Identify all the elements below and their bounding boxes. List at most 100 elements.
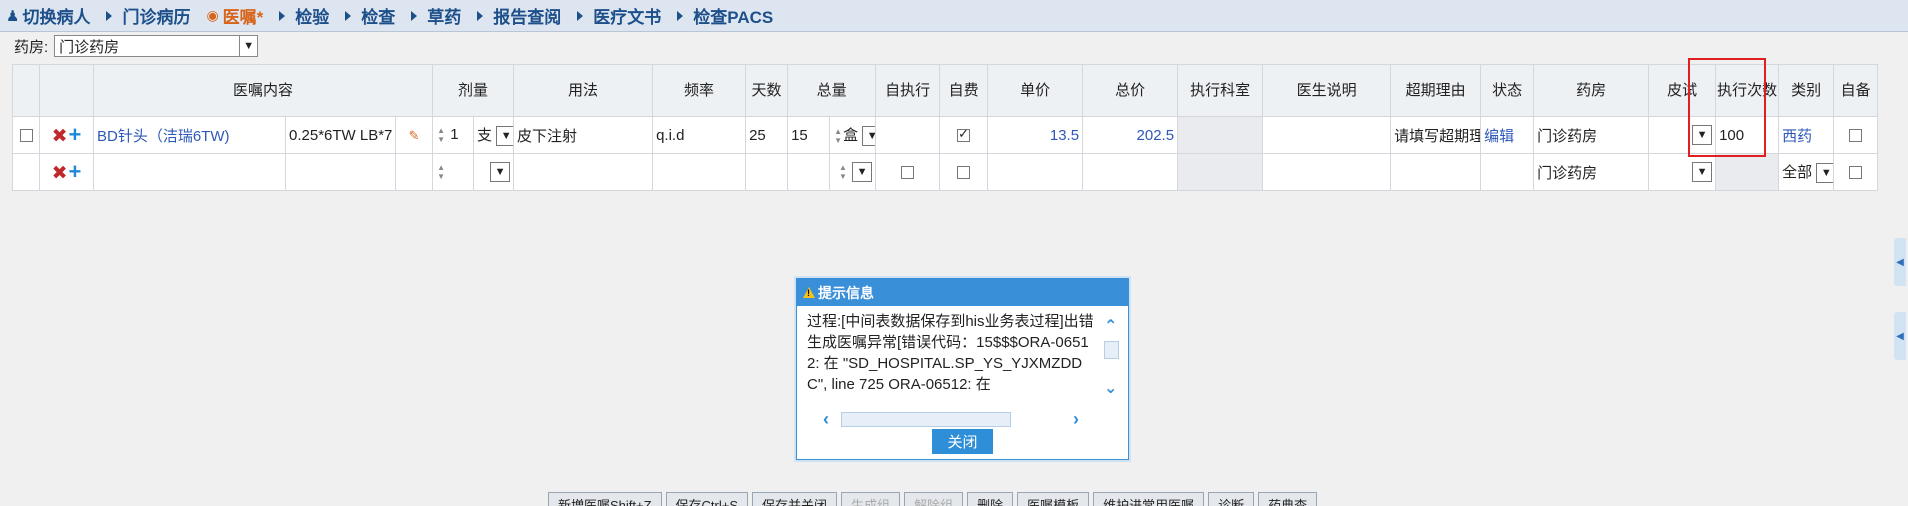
dose-spinner[interactable]: ▲ ▼ (436, 126, 446, 144)
triangle-right-icon (106, 10, 113, 21)
nav-reports[interactable]: 报告查阅 (471, 0, 571, 32)
chevron-down-icon[interactable]: ▼ (862, 126, 875, 147)
dose-spinner[interactable]: ▲ ▼ (436, 163, 446, 181)
nav-label: 医疗文书 (593, 8, 662, 27)
exec-dept[interactable] (1177, 116, 1264, 154)
triangle-right-icon (477, 10, 484, 21)
delete-row-icon[interactable]: ✖ (52, 163, 68, 184)
total-spinner[interactable]: ▲ ▼ (833, 127, 843, 145)
pill-icon[interactable]: ✎ (409, 128, 420, 143)
header-exec-count: 执行次数 (1715, 64, 1780, 117)
nav-herbal[interactable]: 草药 (405, 0, 471, 32)
order-template-button[interactable]: 医嘱模板 (1017, 492, 1090, 506)
alert-dialog: 提示信息 过程:[中间表数据保存到his业务表过程]出错生成医嘱异常[错误代码：… (796, 278, 1129, 460)
chevron-down-icon[interactable]: ▼ (239, 36, 258, 56)
side-panel-toggle[interactable]: ◀ (1894, 238, 1906, 286)
chevron-down-icon[interactable]: ▼ (1692, 162, 1713, 182)
chevron-down-icon[interactable]: ▼ (1692, 125, 1713, 145)
close-button[interactable]: 关闭 (932, 429, 993, 454)
chevron-left-icon: ◀ (1896, 330, 1904, 342)
nav-lab[interactable]: 检验 (273, 0, 339, 32)
nav-switch-patient[interactable]: ♟ 切换病人 (0, 0, 100, 32)
chevron-down-icon[interactable]: ▼ (1816, 163, 1833, 184)
header-self-prepare: 自备 (1833, 64, 1879, 117)
self-exec-checkbox[interactable] (901, 166, 915, 180)
nav-pacs[interactable]: 检查PACS (671, 0, 783, 32)
header-dose: 剂量 (432, 64, 515, 117)
scroll-down-icon[interactable]: ⌄ (1104, 378, 1117, 398)
header-pharmacy: 药房 (1533, 64, 1650, 117)
usage-value[interactable]: 皮下注射 (513, 116, 654, 154)
triangle-right-icon (411, 10, 418, 21)
nav-label: 检验 (295, 8, 330, 27)
row-checkbox[interactable] (19, 129, 33, 143)
scroll-left-icon[interactable]: ‹ (823, 409, 829, 430)
scroll-right-icon[interactable]: › (1073, 409, 1079, 430)
self-prepare-checkbox[interactable] (1849, 166, 1863, 180)
order-name[interactable]: BD针头（洁瑞6TW) (93, 116, 286, 154)
exec-dept[interactable] (1177, 153, 1264, 191)
chevron-left-icon: ◀ (1896, 256, 1904, 268)
dose-value[interactable]: 1 (450, 126, 458, 143)
ungroup-button[interactable]: 解除组 (904, 492, 964, 506)
header-total: 总量 (787, 64, 877, 117)
header-usage: 用法 (513, 64, 654, 117)
triangle-right-icon (279, 10, 286, 21)
doctor-note[interactable] (1262, 116, 1392, 154)
order-name[interactable] (93, 153, 286, 191)
self-pay-checkbox[interactable] (957, 126, 971, 143)
total-spinner[interactable]: ▲ ▼ (838, 163, 848, 181)
orders-grid: 医嘱内容 剂量 用法 频率 天数 总量 自执行 自费 单价 总价 执行科室 医生… (12, 64, 1879, 191)
triangle-right-icon (577, 10, 584, 21)
scroll-up-icon[interactable]: ⌃ (1104, 316, 1117, 336)
freq-value[interactable]: q.i.d (652, 116, 747, 154)
delete-row-icon[interactable]: ✖ (52, 126, 68, 147)
total-value[interactable]: 15 (787, 116, 831, 154)
group-button[interactable]: 生成组 (841, 492, 901, 506)
save-button[interactable]: 保存Ctrl+S (665, 492, 749, 506)
add-row-icon[interactable]: + (69, 159, 82, 184)
pharmacy-select[interactable]: 门诊药房 ▼ (54, 35, 259, 57)
self-exec-cell (875, 116, 941, 154)
new-order-button[interactable]: 新増医嘱Shift+Z (548, 492, 662, 506)
nav-medical-docs[interactable]: 医疗文书 (571, 0, 671, 32)
user-icon: ♟ (6, 7, 20, 25)
exec-count[interactable] (1715, 153, 1780, 191)
overdue-reason[interactable]: 请填写超期理由 (1390, 116, 1482, 154)
self-pay-checkbox[interactable] (957, 166, 971, 180)
dose-unit: 支 (477, 126, 493, 144)
dialog-title: 提示信息 (818, 284, 874, 301)
nav-outpatient-record[interactable]: 门诊病历 (100, 0, 200, 32)
days-value[interactable]: 25 (745, 116, 789, 154)
nav-orders[interactable]: ◉ 医嘱* (200, 0, 273, 32)
pharmacy-filter: 药房: 门诊药房 ▼ (14, 34, 259, 58)
nav-label: 检查PACS (693, 8, 774, 27)
maintain-common-button[interactable]: 维护进常用医嘱 (1093, 492, 1205, 506)
diagnosis-button[interactable]: 诊断 (1208, 492, 1255, 506)
save-close-button[interactable]: 保存并关闭 (752, 492, 838, 506)
header-unit-price: 单价 (987, 64, 1084, 117)
header-status: 状态 (1480, 64, 1535, 117)
chevron-down-icon[interactable]: ▼ (490, 162, 511, 182)
header-total-price: 总价 (1082, 64, 1179, 117)
chevron-down-icon[interactable]: ▼ (496, 126, 513, 147)
header-select (12, 64, 40, 117)
nav-exam[interactable]: 检查 (339, 0, 405, 32)
add-row-icon[interactable]: + (69, 122, 82, 147)
dialog-title-bar: 提示信息 (797, 279, 1128, 306)
self-prepare-checkbox[interactable] (1849, 129, 1863, 143)
nav-label: 医嘱* (222, 8, 264, 27)
chevron-down-icon[interactable]: ▼ (852, 162, 873, 182)
vertical-scroll-thumb[interactable] (1104, 341, 1119, 359)
delete-button[interactable]: 删除 (967, 492, 1014, 506)
table-row: ✖+ ▲ ▼ ▼ ▲ ▼ ▼ 门诊药房 ▼ 全部 ▼ (12, 153, 1879, 191)
pharmacy-label: 药房: (14, 38, 49, 56)
status-edit-link[interactable]: 编辑 (1480, 116, 1535, 154)
bottom-toolbar: 新増医嘱Shift+Z 保存Ctrl+S 保存并关闭 生成组 解除组 删除 医嘱… (548, 492, 1321, 506)
location-pin-icon: ◉ (206, 7, 219, 23)
pharmacopoeia-button[interactable]: 药典查 (1258, 492, 1318, 506)
horizontal-scroll-thumb[interactable] (841, 412, 1011, 427)
exec-count[interactable]: 100 (1715, 116, 1780, 154)
dialog-message: 过程:[中间表数据保存到his业务表过程]出错生成医嘱异常[错误代码：15$$$… (807, 313, 1094, 393)
side-panel-toggle[interactable]: ◀ (1894, 312, 1906, 360)
